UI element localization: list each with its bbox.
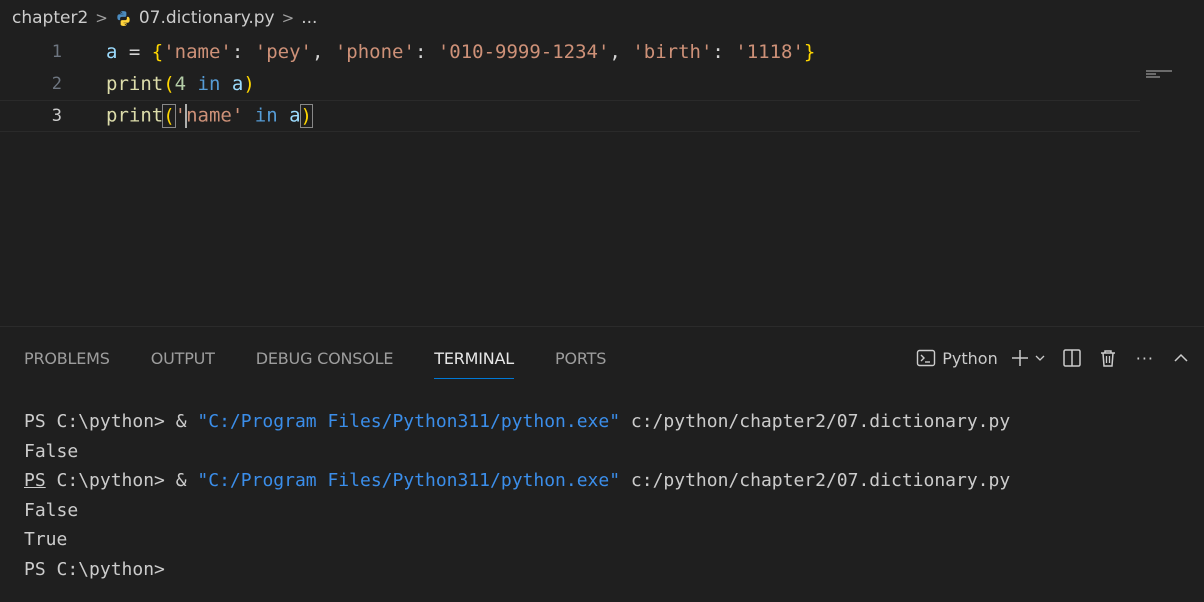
terminal-name: Python [942,348,998,368]
tab-output[interactable]: OUTPUT [151,327,215,389]
line-number: 1 [51,42,62,62]
tab-ports[interactable]: PORTS [555,327,606,389]
line-number: 3 [51,106,62,126]
terminal-output[interactable]: PS C:\python> & "C:/Program Files/Python… [24,407,1010,584]
terminal-line: False [24,440,79,462]
line-number: 2 [51,74,62,94]
code-text: print('name' in a) [106,103,314,128]
chevron-down-icon[interactable] [1034,352,1046,364]
terminal-selector[interactable]: Python [916,344,998,372]
kill-terminal-button[interactable] [1098,344,1118,372]
tab-terminal[interactable]: TERMINAL [434,327,514,389]
code-line[interactable]: 1 a = {'name': 'pey', 'phone': '010-9999… [0,36,1140,68]
code-text: a = {'name': 'pey', 'phone': '010-9999-1… [106,41,816,63]
maximize-panel-button[interactable] [1172,344,1190,372]
panel-actions: Python ··· [904,327,1190,389]
tab-problems[interactable]: PROBLEMS [24,327,110,389]
minimap[interactable] [1146,70,1172,78]
chevron-up-icon [1172,349,1190,367]
terminal-icon [916,348,936,368]
terminal-prompt: PS C:\python> [24,558,165,580]
more-actions-button[interactable]: ··· [1136,344,1154,372]
terminal-line: True [24,529,68,550]
terminal-line: PS C:\python> & "C:/Program Files/Python… [24,411,1011,432]
panel-tabs: PROBLEMS OUTPUT DEBUG CONSOLE TERMINAL P… [24,327,647,389]
terminal-line: False [24,499,79,521]
breadcrumb-more[interactable]: ... [301,8,317,28]
tab-debug-console[interactable]: DEBUG CONSOLE [256,327,394,389]
plus-icon [1010,348,1030,368]
python-file-icon [115,10,132,27]
more-icon: ··· [1135,348,1154,368]
code-line-current[interactable]: 3 print('name' in a) [0,100,1140,132]
breadcrumb-file[interactable]: 07.dictionary.py [139,8,275,28]
breadcrumb-folder[interactable]: chapter2 [12,8,88,28]
breadcrumb-separator: > [281,9,295,27]
split-icon [1062,348,1082,368]
code-text: print(4 in a) [106,73,255,95]
new-terminal-button[interactable] [1010,344,1046,372]
code-editor[interactable]: 1 a = {'name': 'pey', 'phone': '010-9999… [0,36,1204,326]
breadcrumb: chapter2 > 07.dictionary.py > ... [0,0,1204,36]
bottom-panel: PROBLEMS OUTPUT DEBUG CONSOLE TERMINAL P… [0,326,1204,602]
trash-icon [1098,348,1118,368]
code-line[interactable]: 2 print(4 in a) [0,68,1140,100]
terminal-line: PS C:\python> & "C:/Program Files/Python… [24,470,1011,491]
split-terminal-button[interactable] [1062,344,1082,372]
breadcrumb-separator: > [95,9,108,27]
